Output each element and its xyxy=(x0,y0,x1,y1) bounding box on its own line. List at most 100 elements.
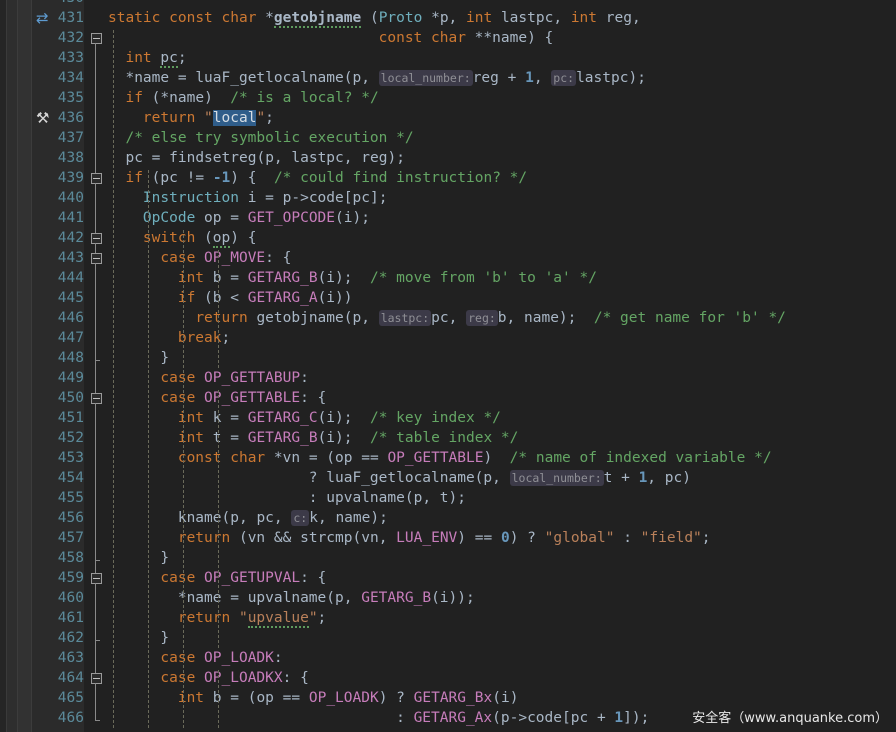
line-number[interactable]: 434 xyxy=(0,68,84,88)
code-line-text[interactable]: if (*name) /* is a local? */ xyxy=(108,88,378,108)
code-line-text[interactable]: const char **name) { xyxy=(108,28,554,48)
code-line[interactable]: 434 *name = luaF_getlocalname(p, local_n… xyxy=(0,68,896,88)
line-number[interactable]: 437 xyxy=(0,128,84,148)
code-line-text[interactable]: case OP_LOADK: xyxy=(108,648,282,668)
code-line-text[interactable]: case OP_GETTABUP: xyxy=(108,368,308,388)
line-number[interactable]: 461 xyxy=(0,608,84,628)
code-line[interactable]: 460 *name = upvalname(p, GETARG_B(i)); xyxy=(0,588,896,608)
line-number[interactable]: 466 xyxy=(0,708,84,728)
line-number[interactable]: 455 xyxy=(0,488,84,508)
code-line[interactable]: 432 const char **name) { xyxy=(0,28,896,48)
code-line-text[interactable]: int k = GETARG_C(i); /* key index */ xyxy=(108,408,501,428)
code-line-text[interactable]: pc = findsetreg(p, lastpc, reg); xyxy=(108,148,404,168)
line-number[interactable]: 430 xyxy=(0,0,84,8)
code-line-text[interactable]: case OP_MOVE: { xyxy=(108,248,291,268)
line-number[interactable]: 458 xyxy=(0,548,84,568)
line-number[interactable]: 441 xyxy=(0,208,84,228)
code-line[interactable]: 442 switch (op) { xyxy=(0,228,896,248)
line-number[interactable]: 433 xyxy=(0,48,84,68)
line-number[interactable]: 459 xyxy=(0,568,84,588)
code-line[interactable]: 448 } xyxy=(0,348,896,368)
line-number[interactable]: 457 xyxy=(0,528,84,548)
code-line[interactable]: 439 if (pc != -1) { /* could find instru… xyxy=(0,168,896,188)
code-line[interactable]: 447 break; xyxy=(0,328,896,348)
line-number[interactable]: 431 xyxy=(0,8,84,28)
code-line[interactable]: 445 if (b < GETARG_A(i)) xyxy=(0,288,896,308)
line-number[interactable]: 464 xyxy=(0,668,84,688)
line-number[interactable]: 438 xyxy=(0,148,84,168)
line-number[interactable]: 435 xyxy=(0,88,84,108)
code-line[interactable]: 455 : upvalname(p, t); xyxy=(0,488,896,508)
code-line[interactable]: 465 int b = (op == OP_LOADK) ? GETARG_Bx… xyxy=(0,688,896,708)
line-number[interactable]: 456 xyxy=(0,508,84,528)
line-number[interactable]: 462 xyxy=(0,628,84,648)
code-line-text[interactable]: Instruction i = p->code[pc]; xyxy=(108,188,388,208)
code-line-text[interactable]: : GETARG_Ax(p->code[pc + 1]); xyxy=(108,708,649,728)
line-number[interactable]: 460 xyxy=(0,588,84,608)
code-line-text[interactable]: ? luaF_getlocalname(p, local_number: t + … xyxy=(108,468,691,488)
code-line-text[interactable]: if (b < GETARG_A(i)) xyxy=(108,288,353,308)
code-line[interactable]: 459 case OP_GETUPVAL: { xyxy=(0,568,896,588)
code-line[interactable]: 440 Instruction i = p->code[pc]; xyxy=(0,188,896,208)
code-editor[interactable]: ⇄⚒ 430431static const char *getobjname (… xyxy=(0,0,896,732)
code-line-text[interactable]: } xyxy=(108,628,169,648)
code-line-text[interactable]: case OP_LOADKX: { xyxy=(108,668,308,688)
code-line[interactable]: 446 return getobjname(p, lastpc: pc, reg:… xyxy=(0,308,896,328)
line-number[interactable]: 439 xyxy=(0,168,84,188)
code-line-text[interactable]: kname(p, pc, c: k, name); xyxy=(108,508,388,528)
code-line[interactable]: 452 int t = GETARG_B(i); /* table index … xyxy=(0,428,896,448)
line-number[interactable]: 449 xyxy=(0,368,84,388)
code-line-text[interactable]: /* else try symbolic execution */ xyxy=(108,128,413,148)
code-line[interactable]: 461 return "upvalue"; xyxy=(0,608,896,628)
code-line[interactable]: 458 } xyxy=(0,548,896,568)
code-line[interactable]: 451 int k = GETARG_C(i); /* key index */ xyxy=(0,408,896,428)
code-line[interactable]: 441 OpCode op = GET_OPCODE(i); xyxy=(0,208,896,228)
code-line[interactable]: 443 case OP_MOVE: { xyxy=(0,248,896,268)
line-number[interactable]: 448 xyxy=(0,348,84,368)
line-number[interactable]: 454 xyxy=(0,468,84,488)
line-number[interactable]: 442 xyxy=(0,228,84,248)
code-line-text[interactable]: int b = (op == OP_LOADK) ? GETARG_Bx(i) xyxy=(108,688,519,708)
code-line-text[interactable]: *name = upvalname(p, GETARG_B(i)); xyxy=(108,588,475,608)
code-line-text[interactable]: *name = luaF_getlocalname(p, local_numbe… xyxy=(108,68,646,88)
code-line-text[interactable]: int pc; xyxy=(108,48,187,68)
line-number[interactable]: 450 xyxy=(0,388,84,408)
code-line[interactable]: 437 /* else try symbolic execution */ xyxy=(0,128,896,148)
line-number[interactable]: 443 xyxy=(0,248,84,268)
code-line[interactable]: 464 case OP_LOADKX: { xyxy=(0,668,896,688)
code-content-area[interactable]: 430431 static const char *getobjname (Pro… xyxy=(0,0,896,732)
code-line-text[interactable]: return "local"; xyxy=(108,108,274,128)
code-line-text[interactable]: return (vn && strcmp(vn, LUA_ENV) == 0) … xyxy=(108,528,711,548)
code-line[interactable]: 449 case OP_GETTABUP: xyxy=(0,368,896,388)
line-number[interactable]: 444 xyxy=(0,268,84,288)
code-line[interactable]: 436 return "local"; xyxy=(0,108,896,128)
code-line-text[interactable]: break; xyxy=(108,328,230,348)
code-line[interactable]: 430 xyxy=(0,0,896,8)
code-line[interactable]: 431 static const char *getobjname (Proto … xyxy=(0,8,896,28)
code-line[interactable]: 435 if (*name) /* is a local? */ xyxy=(0,88,896,108)
line-number[interactable]: 445 xyxy=(0,288,84,308)
code-line[interactable]: 456 kname(p, pc, c: k, name); xyxy=(0,508,896,528)
code-line[interactable]: 457 return (vn && strcmp(vn, LUA_ENV) ==… xyxy=(0,528,896,548)
line-number[interactable]: 440 xyxy=(0,188,84,208)
line-number[interactable]: 451 xyxy=(0,408,84,428)
code-line[interactable]: 462 } xyxy=(0,628,896,648)
line-number[interactable]: 463 xyxy=(0,648,84,668)
code-line-text[interactable]: if (pc != -1) { /* could find instructio… xyxy=(108,168,527,188)
line-number[interactable]: 465 xyxy=(0,688,84,708)
code-line-text[interactable]: return getobjname(p, lastpc: pc, reg: b, n… xyxy=(108,308,786,328)
code-line[interactable]: 453 const char *vn = (op == OP_GETTABLE)… xyxy=(0,448,896,468)
code-line-text[interactable]: : upvalname(p, t); xyxy=(108,488,466,508)
line-number[interactable]: 447 xyxy=(0,328,84,348)
code-line-text[interactable]: int t = GETARG_B(i); /* table index */ xyxy=(108,428,519,448)
code-line-text[interactable]: int b = GETARG_B(i); /* move from 'b' to… xyxy=(108,268,597,288)
line-number[interactable]: 452 xyxy=(0,428,84,448)
code-line[interactable]: 454 ? luaF_getlocalname(p, local_number:… xyxy=(0,468,896,488)
code-line-text[interactable]: const char *vn = (op == OP_GETTABLE) /* … xyxy=(108,448,772,468)
code-line[interactable]: 450 case OP_GETTABLE: { xyxy=(0,388,896,408)
code-line[interactable]: 433 int pc; xyxy=(0,48,896,68)
line-number[interactable]: 436 xyxy=(0,108,84,128)
code-line[interactable]: 463 case OP_LOADK: xyxy=(0,648,896,668)
line-number[interactable]: 432 xyxy=(0,28,84,48)
code-line-text[interactable]: static const char *getobjname (Proto *p,… xyxy=(108,8,641,28)
